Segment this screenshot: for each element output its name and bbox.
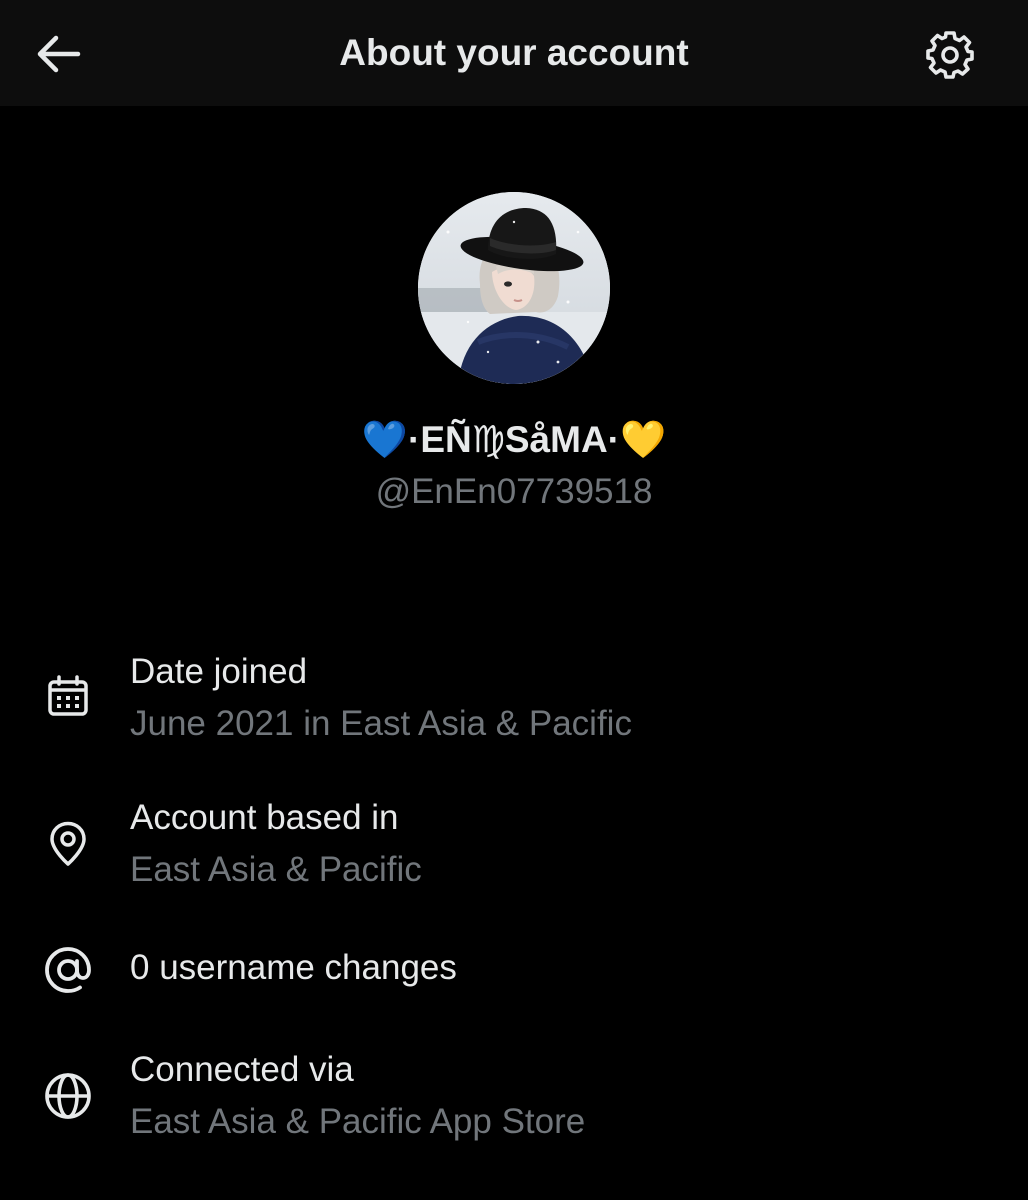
date-joined-value: June 2021 in East Asia & Pacific bbox=[130, 704, 632, 743]
page-title: About your account bbox=[339, 32, 689, 73]
username-changes-label: 0 username changes bbox=[130, 948, 457, 987]
avatar[interactable] bbox=[418, 192, 610, 384]
connected-via-label: Connected via bbox=[130, 1050, 354, 1089]
date-joined-label: Date joined bbox=[130, 652, 308, 691]
at-sign-icon bbox=[38, 940, 98, 1000]
calendar-icon bbox=[38, 667, 98, 727]
settings-button[interactable] bbox=[918, 22, 982, 86]
display-name: 💙·EÑ♍SåMA·💛 bbox=[361, 419, 667, 460]
username-handle: @EnEn07739518 bbox=[375, 472, 653, 511]
account-based-in-label: Account based in bbox=[130, 798, 399, 837]
arrow-left-icon bbox=[37, 35, 81, 73]
profile-photo bbox=[418, 192, 610, 384]
gear-icon bbox=[926, 31, 974, 79]
location-pin-icon bbox=[38, 814, 98, 874]
account-based-in-value: East Asia & Pacific bbox=[130, 850, 422, 889]
connected-via-value: East Asia & Pacific App Store bbox=[130, 1102, 586, 1141]
globe-icon bbox=[38, 1066, 98, 1126]
top-bar: About your account bbox=[0, 0, 1028, 106]
back-button[interactable] bbox=[28, 24, 88, 84]
